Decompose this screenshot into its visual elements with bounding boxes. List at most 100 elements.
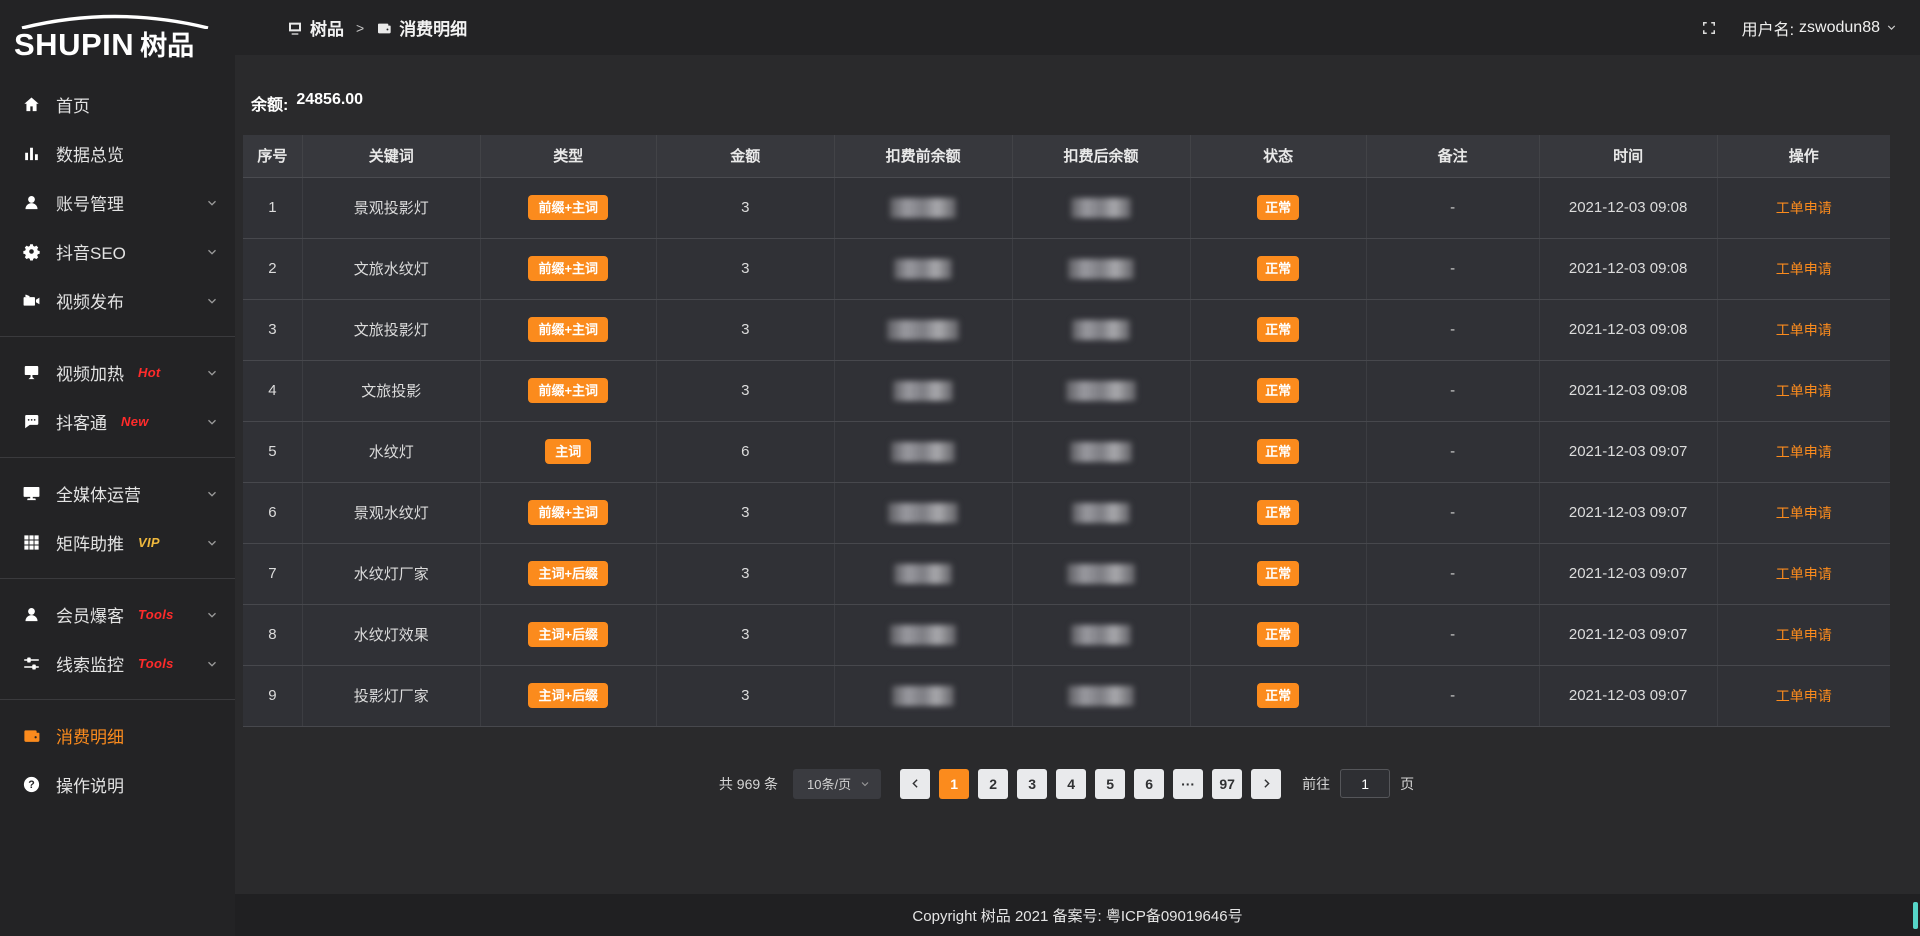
status-badge: 正常	[1257, 500, 1299, 525]
sidebar-item-consume-detail[interactable]: 消费明细	[0, 711, 235, 760]
ticket-request-link[interactable]: 工单申请	[1776, 627, 1832, 643]
cell-time: 2021-12-03 09:07	[1539, 482, 1717, 543]
status-badge: 正常	[1257, 561, 1299, 586]
page-buttons: 123456 ··· 97	[939, 769, 1242, 799]
sidebar-item-help[interactable]: ?操作说明	[0, 760, 235, 809]
page-button-4[interactable]: 4	[1056, 769, 1086, 799]
breadcrumb-item-consume-detail[interactable]: 消费明细	[376, 15, 467, 40]
cell-index: 9	[243, 665, 302, 726]
page-button-3[interactable]: 3	[1017, 769, 1047, 799]
sidebar-item-label: 视频加热	[56, 360, 124, 385]
prev-page-button[interactable]	[900, 769, 930, 799]
monitor-icon	[22, 484, 41, 503]
redacted-balance	[1068, 259, 1134, 279]
user-label: 用户名:	[1742, 16, 1794, 40]
ticket-request-link[interactable]: 工单申请	[1776, 566, 1832, 582]
sidebar: SHUPIN 树品 首页数据总览账号管理抖音SEO视频发布视频加热Hot抖客通N…	[0, 0, 235, 936]
ticket-request-link[interactable]: 工单申请	[1776, 383, 1832, 399]
column-header: 备注	[1366, 135, 1539, 177]
sidebar-item-douyin-seo[interactable]: 抖音SEO	[0, 227, 235, 276]
sidebar-item-home[interactable]: 首页	[0, 80, 235, 129]
cell-pre-balance	[834, 238, 1012, 299]
cell-index: 8	[243, 604, 302, 665]
sliders-icon	[22, 654, 41, 673]
cell-pre-balance	[834, 177, 1012, 238]
ticket-request-link[interactable]: 工单申请	[1776, 200, 1832, 216]
cell-pre-balance	[834, 299, 1012, 360]
sidebar-item-video-heat[interactable]: 视频加热Hot	[0, 348, 235, 397]
redacted-balance	[892, 686, 954, 706]
next-page-button[interactable]	[1251, 769, 1281, 799]
cell-status: 正常	[1190, 482, 1366, 543]
redacted-balance	[1070, 442, 1132, 462]
page-more-button[interactable]: ···	[1173, 769, 1203, 799]
fullscreen-icon[interactable]	[1700, 19, 1718, 37]
goto-page-input[interactable]	[1340, 769, 1390, 798]
cell-amount: 3	[656, 360, 834, 421]
redacted-balance	[894, 259, 952, 279]
breadcrumb-item-shupin[interactable]: 树品	[287, 15, 344, 40]
column-header: 时间	[1539, 135, 1717, 177]
chevron-down-icon	[205, 415, 219, 429]
redacted-balance	[1066, 381, 1136, 401]
page-button-6[interactable]: 6	[1134, 769, 1164, 799]
column-header: 扣费后余额	[1012, 135, 1190, 177]
cell-type: 主词+后缀	[480, 604, 656, 665]
cell-remark: -	[1366, 604, 1539, 665]
status-badge: 正常	[1257, 195, 1299, 220]
sidebar-item-matrix-boost[interactable]: 矩阵助推VIP	[0, 518, 235, 567]
topbar-right: 用户名: zswodun88	[1700, 16, 1898, 40]
page-size-select[interactable]: 10条/页	[793, 769, 881, 799]
cell-pre-balance	[834, 543, 1012, 604]
ticket-request-link[interactable]: 工单申请	[1776, 444, 1832, 460]
sidebar-item-data-overview[interactable]: 数据总览	[0, 129, 235, 178]
cell-time: 2021-12-03 09:08	[1539, 177, 1717, 238]
cell-action: 工单申请	[1717, 665, 1890, 726]
cell-amount: 3	[656, 543, 834, 604]
column-header: 金额	[656, 135, 834, 177]
username: zswodun88	[1799, 19, 1880, 37]
cell-index: 7	[243, 543, 302, 604]
cell-keyword: 投影灯厂家	[302, 665, 480, 726]
column-header: 类型	[480, 135, 656, 177]
cell-time: 2021-12-03 09:07	[1539, 604, 1717, 665]
page-button-1[interactable]: 1	[939, 769, 969, 799]
user-menu[interactable]: 用户名: zswodun88	[1742, 16, 1898, 40]
sidebar-item-label: 矩阵助推	[56, 530, 124, 555]
page-button-5[interactable]: 5	[1095, 769, 1125, 799]
status-badge: 正常	[1257, 439, 1299, 464]
gear-icon	[22, 242, 41, 261]
cell-pre-balance	[834, 665, 1012, 726]
ticket-request-link[interactable]: 工单申请	[1776, 261, 1832, 277]
sidebar-item-video-publish[interactable]: 视频发布	[0, 276, 235, 325]
balance-label: 余额:	[251, 91, 288, 115]
sidebar-item-account-manage[interactable]: 账号管理	[0, 178, 235, 227]
sidebar-item-clue-monitor[interactable]: 线索监控Tools	[0, 639, 235, 688]
user-icon	[22, 193, 41, 212]
sidebar-divider	[0, 699, 235, 700]
table-row: 5水纹灯主词6正常-2021-12-03 09:07工单申请	[243, 421, 1890, 482]
sidebar-item-douketong[interactable]: 抖客通New	[0, 397, 235, 446]
sidebar-item-label: 账号管理	[56, 190, 124, 215]
chevron-right-icon	[1260, 777, 1273, 790]
chevron-down-icon	[205, 487, 219, 501]
logo[interactable]: SHUPIN 树品	[0, 0, 235, 74]
cell-post-balance	[1012, 238, 1190, 299]
cell-pre-balance	[834, 604, 1012, 665]
page-button-97[interactable]: 97	[1212, 769, 1242, 799]
chevron-down-icon	[205, 196, 219, 210]
ticket-request-link[interactable]: 工单申请	[1776, 688, 1832, 704]
type-badge: 前缀+主词	[528, 317, 608, 342]
content: 余额: 24856.00 序号关键词类型金额扣费前余额扣费后余额状态备注时间操作…	[235, 55, 1920, 894]
question-icon: ?	[22, 775, 41, 794]
sidebar-divider	[0, 457, 235, 458]
page-button-2[interactable]: 2	[978, 769, 1008, 799]
sidebar-item-all-media[interactable]: 全媒体运营	[0, 469, 235, 518]
cell-keyword: 景观水纹灯	[302, 482, 480, 543]
scrollbar-thumb[interactable]	[1913, 902, 1918, 929]
ticket-request-link[interactable]: 工单申请	[1776, 322, 1832, 338]
cell-time: 2021-12-03 09:07	[1539, 543, 1717, 604]
ticket-request-link[interactable]: 工单申请	[1776, 505, 1832, 521]
cell-keyword: 景观投影灯	[302, 177, 480, 238]
sidebar-item-member-burst[interactable]: 会员爆客Tools	[0, 590, 235, 639]
